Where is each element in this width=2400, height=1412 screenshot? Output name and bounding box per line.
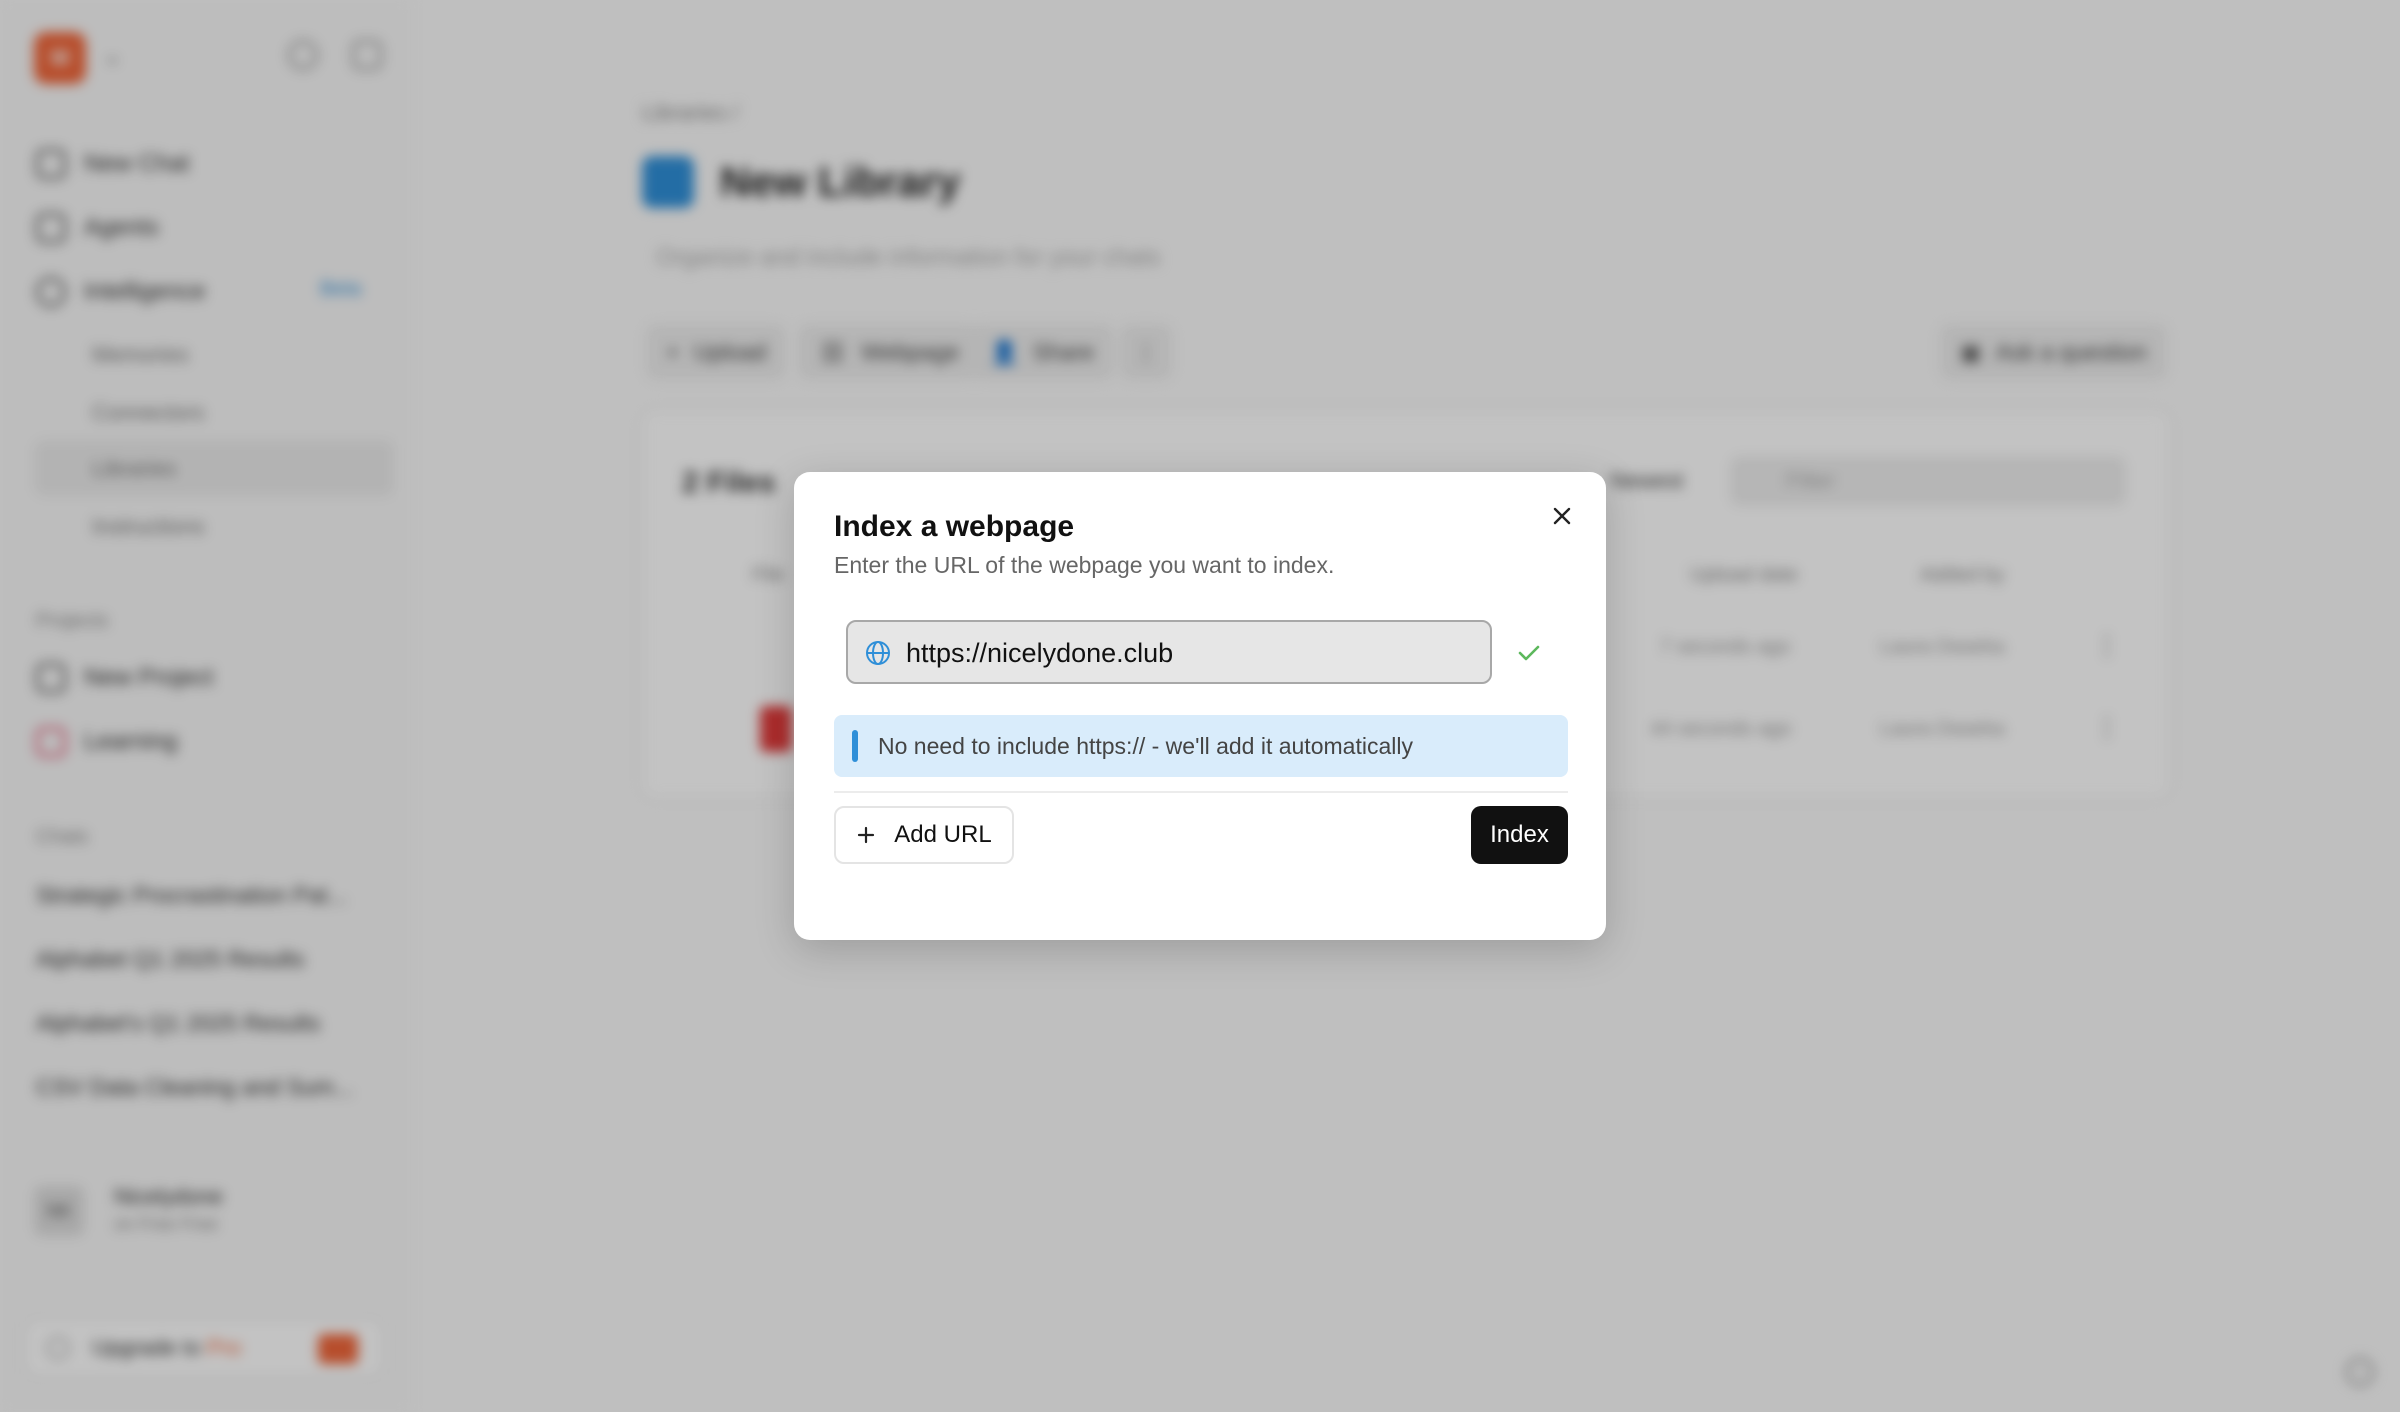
plus-icon (858, 826, 875, 844)
dialog-subtitle: Enter the URL of the webpage you want to… (834, 552, 1335, 578)
index-button[interactable]: Index (1471, 806, 1568, 864)
index-webpage-dialog: Index a webpage Enter the URL of the web… (794, 472, 1606, 940)
close-icon (1553, 507, 1571, 525)
globe-icon (866, 641, 890, 665)
close-button[interactable] (1542, 496, 1582, 536)
info-accent-bar (852, 730, 858, 762)
dialog-title: Index a webpage (834, 510, 1075, 543)
check-icon (1518, 645, 1540, 661)
url-input-wrapper[interactable] (846, 620, 1492, 684)
add-url-button[interactable]: Add URL (834, 806, 1014, 864)
info-note-text: No need to include https:// - we'll add … (878, 732, 1413, 759)
url-input[interactable] (904, 622, 1478, 684)
info-note: No need to include https:// - we'll add … (834, 715, 1568, 777)
divider (834, 791, 1568, 793)
add-url-label: Add URL (894, 821, 992, 848)
